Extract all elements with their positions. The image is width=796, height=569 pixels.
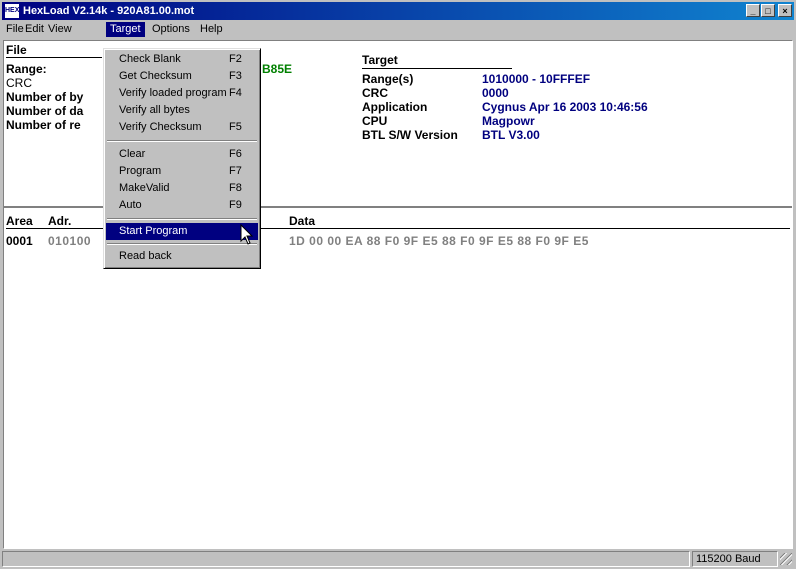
row-area: 0001 <box>6 234 33 248</box>
target-crc-value: 0000 <box>482 86 509 100</box>
target-range-value: 1010000 - 10FFFEF <box>482 72 591 86</box>
target-cpu-value: Magpowr <box>482 114 535 128</box>
file-heading: File <box>6 43 27 57</box>
clear-label: Clear <box>119 148 146 160</box>
menu-start-program[interactable]: Start Program <box>106 223 258 240</box>
verify-loaded-shortcut: F4 <box>229 87 242 99</box>
program-shortcut: F7 <box>229 165 242 177</box>
read-back-label: Read back <box>119 250 172 262</box>
resize-grip-icon[interactable] <box>780 553 792 565</box>
file-heading-underline <box>6 57 102 58</box>
menu-target[interactable]: Target <box>106 22 145 37</box>
status-main-panel <box>2 551 690 567</box>
auto-label: Auto <box>119 199 142 211</box>
close-button[interactable]: × <box>778 4 792 17</box>
clear-shortcut: F6 <box>229 148 242 160</box>
menu-separator <box>107 140 257 142</box>
menu-program[interactable]: Program F7 <box>106 163 258 180</box>
target-btl-value: BTL V3.00 <box>482 128 540 142</box>
file-crc-value: B85E <box>262 62 293 76</box>
menu-check-blank[interactable]: Check Blank F2 <box>106 51 258 68</box>
verify-loaded-label: Verify loaded program <box>119 87 227 99</box>
file-crc-label: CRC <box>6 76 32 90</box>
menu-auto[interactable]: Auto F9 <box>106 197 258 214</box>
status-bar: 115200 Baud <box>2 551 794 567</box>
menu-verify-loaded-program[interactable]: Verify loaded program F4 <box>106 85 258 102</box>
menu-verify-checksum[interactable]: Verify Checksum F5 <box>106 119 258 136</box>
target-heading: Target <box>362 53 398 67</box>
target-application-value: Cygnus Apr 16 2003 10:46:56 <box>482 100 648 114</box>
verify-checksum-shortcut: F5 <box>229 121 242 133</box>
window-title: HexLoad V2.14k - 920A81.00.mot <box>23 5 195 17</box>
maximize-button[interactable]: □ <box>761 4 775 17</box>
file-range-label: Range: <box>6 62 47 76</box>
check-blank-label: Check Blank <box>119 53 181 65</box>
menu-clear[interactable]: Clear F6 <box>106 146 258 163</box>
baud-rate-indicator: 115200 Baud <box>692 551 778 567</box>
title-bar[interactable]: HEX HexLoad V2.14k - 920A81.00.mot _ □ × <box>2 2 794 20</box>
start-program-label: Start Program <box>119 225 188 237</box>
col-header-adr: Adr. <box>48 214 72 228</box>
menu-separator <box>107 218 257 220</box>
menu-bar: File Edit View Target Options Help <box>2 20 794 39</box>
file-records-label: Number of re <box>6 118 81 132</box>
makevalid-shortcut: F8 <box>229 182 242 194</box>
target-application-label: Application <box>362 100 428 114</box>
program-label: Program <box>119 165 162 177</box>
menu-view[interactable]: View <box>44 22 76 37</box>
makevalid-label: MakeValid <box>119 182 170 194</box>
get-checksum-shortcut: F3 <box>229 70 242 82</box>
file-data-label: Number of da <box>6 104 84 118</box>
menu-makevalid[interactable]: MakeValid F8 <box>106 180 258 197</box>
hexload-window: HEX HexLoad V2.14k - 920A81.00.mot _ □ ×… <box>0 0 796 569</box>
row-address: 010100 <box>48 234 92 248</box>
menu-separator <box>107 243 257 245</box>
menu-get-checksum[interactable]: Get Checksum F3 <box>106 68 258 85</box>
verify-checksum-label: Verify Checksum <box>119 121 202 133</box>
mouse-pointer-icon <box>240 224 254 245</box>
check-blank-shortcut: F2 <box>229 53 242 65</box>
target-heading-underline <box>362 68 512 69</box>
target-range-label: Range(s) <box>362 72 414 86</box>
hex-app-icon[interactable]: HEX <box>5 4 19 18</box>
menu-read-back[interactable]: Read back <box>106 248 258 265</box>
verify-all-label: Verify all bytes <box>119 104 190 116</box>
menu-verify-all-bytes[interactable]: Verify all bytes <box>106 102 258 119</box>
auto-shortcut: F9 <box>229 199 242 211</box>
get-checksum-label: Get Checksum <box>119 70 192 82</box>
target-cpu-label: CPU <box>362 114 388 128</box>
menu-help[interactable]: Help <box>196 22 227 37</box>
target-dropdown-menu: Check Blank F2 Get Checksum F3 Verify load… <box>103 48 261 269</box>
target-btl-label: BTL S/W Version <box>362 128 458 142</box>
file-bytes-label: Number of by <box>6 90 84 104</box>
target-crc-label: CRC <box>362 86 388 100</box>
col-header-data: Data <box>289 214 316 228</box>
menu-options[interactable]: Options <box>148 22 194 37</box>
col-header-area: Area <box>6 214 33 228</box>
minimize-button[interactable]: _ <box>746 4 760 17</box>
row-data: 1D 00 00 EA 88 F0 9F E5 88 F0 9F E5 88 F… <box>289 234 589 248</box>
